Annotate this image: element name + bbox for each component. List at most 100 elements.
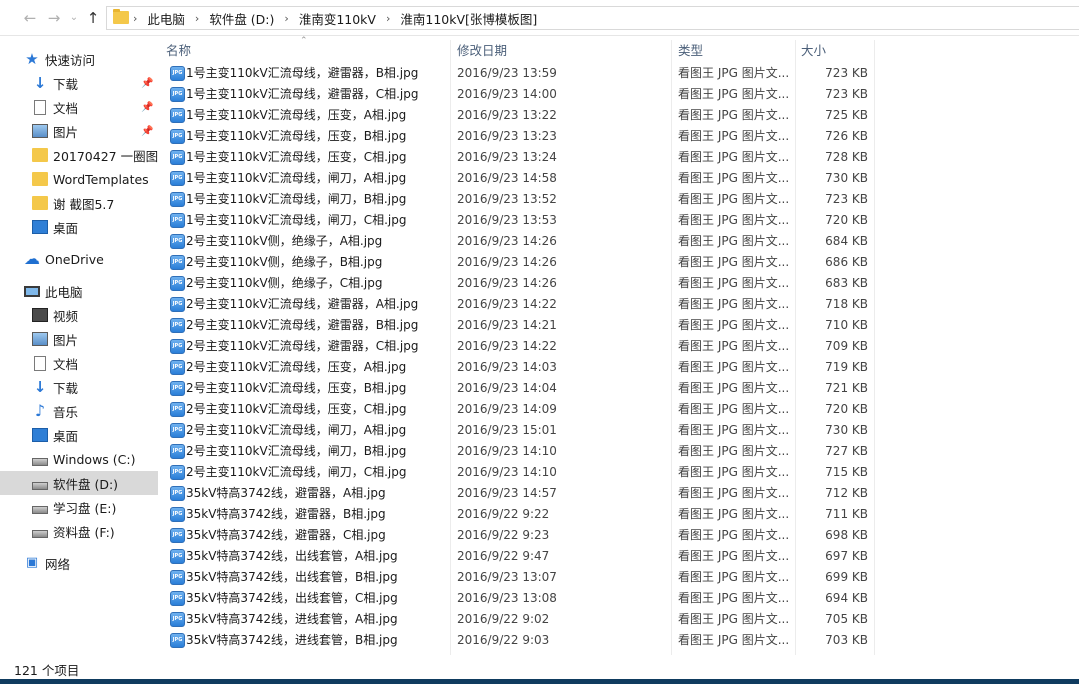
file-row[interactable]: 1号主变110kV汇流母线，闸刀，C相.jpg 2016/9/23 13:53 看图… bbox=[158, 210, 1079, 231]
sidebar-item-pictures[interactable]: 图片 📌 bbox=[0, 119, 158, 143]
file-size: 725 KB bbox=[825, 108, 868, 122]
file-type: 看图王 JPG 图片文... bbox=[678, 192, 790, 206]
sidebar-item-onedrive[interactable]: ☁ OneDrive bbox=[0, 247, 158, 271]
sidebar-item-wordtemplates[interactable]: WordTemplates bbox=[0, 167, 158, 191]
pin-icon[interactable]: 📌 bbox=[141, 126, 153, 137]
status-bar: 121 个项目 bbox=[0, 655, 1079, 679]
column-header-size[interactable]: 大小 bbox=[801, 40, 871, 62]
file-row[interactable]: 35kV特高3742线，避雷器，A相.jpg 2016/9/23 14:57 看图王… bbox=[158, 483, 1079, 504]
breadcrumb-separator-icon[interactable]: › bbox=[133, 12, 137, 25]
file-size: 694 KB bbox=[825, 591, 868, 605]
sidebar-item-downloads[interactable]: ↓ 下载 📌 bbox=[0, 71, 158, 95]
breadcrumb-folder-huainan[interactable]: 淮南变110kV bbox=[299, 9, 376, 28]
sidebar-item-desktop[interactable]: 桌面 bbox=[0, 215, 158, 239]
file-row[interactable]: 35kV特高3742线，进线套管，B相.jpg 2016/9/22 9:03 看图王… bbox=[158, 630, 1079, 651]
file-row[interactable]: 2号主变110kV汇流母线，压变，C相.jpg 2016/9/23 14:09 看图… bbox=[158, 399, 1079, 420]
file-type: 看图王 JPG 图片文... bbox=[678, 66, 790, 80]
file-name: 1号主变110kV汇流母线，闸刀，A相.jpg bbox=[186, 171, 407, 185]
sidebar-item-pc-downloads[interactable]: ↓ 下载 bbox=[0, 375, 158, 399]
file-row[interactable]: 2号主变110kV汇流母线，压变，A相.jpg 2016/9/23 14:03 看图… bbox=[158, 357, 1079, 378]
up-arrow-icon[interactable]: ↑ bbox=[83, 8, 103, 28]
file-row[interactable]: 2号主变110kV侧，绝缘子，C相.jpg 2016/9/23 14:26 看图王 … bbox=[158, 273, 1079, 294]
file-row[interactable]: 2号主变110kV汇流母线，避雷器，A相.jpg 2016/9/23 14:22 看… bbox=[158, 294, 1079, 315]
forward-arrow-icon[interactable]: → bbox=[44, 8, 64, 28]
file-row[interactable]: 2号主变110kV汇流母线，压变，B相.jpg 2016/9/23 14:04 看图… bbox=[158, 378, 1079, 399]
sidebar-item-network[interactable]: ▣ 网络 bbox=[0, 551, 158, 575]
column-header-name[interactable]: 名称 bbox=[166, 40, 448, 62]
breadcrumb-separator-icon[interactable]: › bbox=[284, 12, 288, 25]
file-row[interactable]: 35kV特高3742线，出线套管，C相.jpg 2016/9/23 13:08 看图… bbox=[158, 588, 1079, 609]
file-row[interactable]: 1号主变110kV汇流母线，闸刀，B相.jpg 2016/9/23 13:52 看图… bbox=[158, 189, 1079, 210]
sidebar-item-label: 下载 bbox=[53, 76, 79, 92]
file-row[interactable]: 35kV特高3742线，进线套管，A相.jpg 2016/9/22 9:02 看图王… bbox=[158, 609, 1079, 630]
sidebar-item-drive-d[interactable]: 软件盘 (D:) bbox=[0, 471, 158, 495]
file-row[interactable]: 2号主变110kV汇流母线，闸刀，C相.jpg 2016/9/23 14:10 看图… bbox=[158, 462, 1079, 483]
breadcrumb-this-pc[interactable]: 此电脑 bbox=[147, 9, 185, 28]
jpg-file-icon bbox=[170, 465, 185, 480]
file-type: 看图王 JPG 图片文... bbox=[678, 339, 790, 353]
file-row[interactable]: 2号主变110kV侧，绝缘子，B相.jpg 2016/9/23 14:26 看图王 … bbox=[158, 252, 1079, 273]
sidebar-item-label: 网络 bbox=[45, 556, 71, 572]
breadcrumb-drive-d[interactable]: 软件盘 (D:) bbox=[209, 9, 274, 28]
sidebar-item-pc-desktop[interactable]: 桌面 bbox=[0, 423, 158, 447]
pin-icon[interactable]: 📌 bbox=[141, 102, 153, 113]
file-row[interactable]: 2号主变110kV侧，绝缘子，A相.jpg 2016/9/23 14:26 看图王 … bbox=[158, 231, 1079, 252]
file-date: 2016/9/23 14:26 bbox=[457, 276, 557, 290]
file-row[interactable]: 1号主变110kV汇流母线，避雷器，C相.jpg 2016/9/23 14:00 看… bbox=[158, 84, 1079, 105]
sidebar-item-drive-e[interactable]: 学习盘 (E:) bbox=[0, 495, 158, 519]
file-date: 2016/9/23 13:53 bbox=[457, 213, 557, 227]
file-row[interactable]: 35kV特高3742线，避雷器，C相.jpg 2016/9/22 9:23 看图王 … bbox=[158, 525, 1079, 546]
file-row[interactable]: 2号主变110kV汇流母线，闸刀，A相.jpg 2016/9/23 15:01 看图… bbox=[158, 420, 1079, 441]
file-date: 2016/9/23 15:01 bbox=[457, 423, 557, 437]
file-type: 看图王 JPG 图片文... bbox=[678, 570, 790, 584]
file-row[interactable]: 35kV特高3742线，出线套管，A相.jpg 2016/9/22 9:47 看图王… bbox=[158, 546, 1079, 567]
file-size: 711 KB bbox=[825, 507, 868, 521]
document-icon bbox=[34, 99, 46, 115]
jpg-file-icon bbox=[170, 360, 185, 375]
address-bar[interactable]: › 此电脑 › 软件盘 (D:) › 淮南变110kV › 淮南110kV[张博… bbox=[106, 6, 1079, 30]
file-row[interactable]: 2号主变110kV汇流母线，避雷器，C相.jpg 2016/9/23 14:22 看… bbox=[158, 336, 1079, 357]
sidebar-item-drive-f[interactable]: 资料盘 (F:) bbox=[0, 519, 158, 543]
drive-icon bbox=[32, 529, 48, 538]
sidebar-item-documents[interactable]: 文档 📌 bbox=[0, 95, 158, 119]
sidebar-item-music[interactable]: ♪ 音乐 bbox=[0, 399, 158, 423]
file-row[interactable]: 2号主变110kV汇流母线，闸刀，B相.jpg 2016/9/23 14:10 看图… bbox=[158, 441, 1079, 462]
sidebar-item-pc-pictures[interactable]: 图片 bbox=[0, 327, 158, 351]
file-size: 715 KB bbox=[825, 465, 868, 479]
breadcrumb-separator-icon[interactable]: › bbox=[386, 12, 390, 25]
file-row[interactable]: 2号主变110kV汇流母线，避雷器，B相.jpg 2016/9/23 14:21 看… bbox=[158, 315, 1079, 336]
file-date: 2016/9/22 9:47 bbox=[457, 549, 550, 563]
file-name: 2号主变110kV侧，绝缘子，B相.jpg bbox=[186, 255, 383, 269]
picture-icon bbox=[32, 124, 48, 138]
sidebar-item-folder-20170427[interactable]: 20170427 一圈图 bbox=[0, 143, 158, 167]
breadcrumb-separator-icon[interactable]: › bbox=[195, 12, 199, 25]
sidebar-item-folder-screenshots[interactable]: 谢 截图5.7 bbox=[0, 191, 158, 215]
column-header-date[interactable]: 修改日期 bbox=[457, 40, 667, 62]
file-size: 710 KB bbox=[825, 318, 868, 332]
file-row[interactable]: 35kV特高3742线，避雷器，B相.jpg 2016/9/22 9:22 看图王 … bbox=[158, 504, 1079, 525]
sidebar-item-drive-c[interactable]: Windows (C:) bbox=[0, 447, 158, 471]
sidebar-item-label: 文档 bbox=[53, 100, 79, 116]
file-row[interactable]: 1号主变110kV汇流母线，闸刀，A相.jpg 2016/9/23 14:58 看图… bbox=[158, 168, 1079, 189]
file-size: 712 KB bbox=[825, 486, 868, 500]
file-size: 730 KB bbox=[825, 171, 868, 185]
file-row[interactable]: 1号主变110kV汇流母线，避雷器，B相.jpg 2016/9/23 13:59 看… bbox=[158, 63, 1079, 84]
column-header-type[interactable]: 类型 bbox=[678, 40, 794, 62]
file-name: 2号主变110kV汇流母线，压变，A相.jpg bbox=[186, 360, 407, 374]
pin-icon[interactable]: 📌 bbox=[141, 78, 153, 89]
file-type: 看图王 JPG 图片文... bbox=[678, 465, 790, 479]
sidebar-item-pc-documents[interactable]: 文档 bbox=[0, 351, 158, 375]
breadcrumb: › 此电脑 › 软件盘 (D:) › 淮南变110kV › 淮南110kV[张博… bbox=[131, 7, 537, 29]
desktop-icon bbox=[32, 428, 48, 442]
sidebar-item-this-pc[interactable]: 此电脑 bbox=[0, 279, 158, 303]
file-row[interactable]: 1号主变110kV汇流母线，压变，B相.jpg 2016/9/23 13:23 看图… bbox=[158, 126, 1079, 147]
file-row[interactable]: 1号主变110kV汇流母线，压变，C相.jpg 2016/9/23 13:24 看图… bbox=[158, 147, 1079, 168]
recent-locations-chevron-icon[interactable]: ⌄ bbox=[64, 8, 84, 28]
back-arrow-icon[interactable]: ← bbox=[20, 8, 40, 28]
file-row[interactable]: 35kV特高3742线，出线套管，B相.jpg 2016/9/23 13:07 看图… bbox=[158, 567, 1079, 588]
breadcrumb-current-folder[interactable]: 淮南110kV[张博模板图] bbox=[400, 9, 537, 28]
sidebar-item-quick-access[interactable]: ★ 快速访问 bbox=[0, 47, 158, 71]
sidebar-item-videos[interactable]: 视频 bbox=[0, 303, 158, 327]
jpg-file-icon bbox=[170, 633, 185, 648]
file-row[interactable]: 1号主变110kV汇流母线，压变，A相.jpg 2016/9/23 13:22 看图… bbox=[158, 105, 1079, 126]
